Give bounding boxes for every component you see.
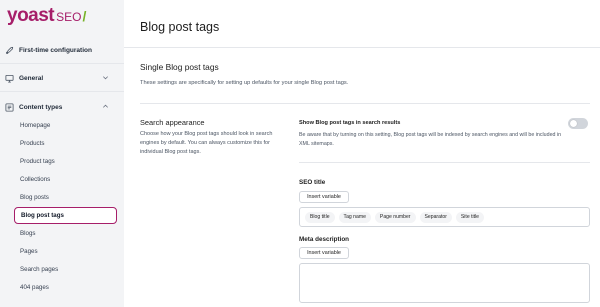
chevron-down-icon xyxy=(103,76,108,80)
sidebar-item-content-types[interactable]: Content types xyxy=(5,99,117,115)
desktop-icon xyxy=(5,74,14,83)
chevron-up-icon xyxy=(103,104,108,108)
section-description: These settings are specifically for sett… xyxy=(140,80,349,86)
sidebar-item-blogs[interactable]: Blogs xyxy=(14,226,117,241)
sidebar-item-first-time-configuration[interactable]: First-time configuration xyxy=(5,42,117,58)
search-appearance-description: Choose how your Blog post tags should lo… xyxy=(140,131,273,155)
sidebar-item-products[interactable]: Products xyxy=(14,136,117,151)
sidebar-item-search-pages[interactable]: Search pages xyxy=(14,262,117,277)
section-title: Single Blog post tags xyxy=(140,62,219,72)
logo-product: SEO xyxy=(56,10,82,24)
logo-brand: yoast xyxy=(7,5,55,26)
seo-title-insert-variable-button[interactable]: Insert variable xyxy=(299,191,349,203)
sidebar: yoast SEO / First-time configuration Gen… xyxy=(0,0,124,307)
variable-pill[interactable]: Tag name xyxy=(338,211,371,223)
variable-pill[interactable]: Separator xyxy=(419,211,452,223)
sidebar-item-general[interactable]: General xyxy=(5,70,117,86)
variable-pill[interactable]: Blog title xyxy=(305,211,335,223)
show-in-search-description: Be aware that by turning on this setting… xyxy=(299,132,562,147)
meta-description-label: Meta description xyxy=(299,236,350,243)
sidebar-item-404-pages[interactable]: 404 pages xyxy=(14,280,117,295)
sidebar-item-collections[interactable]: Collections xyxy=(14,172,117,187)
meta-description-insert-variable-button[interactable]: Insert variable xyxy=(299,247,349,259)
section-divider xyxy=(140,103,590,104)
sidebar-item-homepage[interactable]: Homepage xyxy=(14,118,117,133)
sidebar-item-label: First-time configuration xyxy=(19,46,92,54)
title-divider xyxy=(124,47,600,48)
show-in-search-toggle[interactable] xyxy=(568,118,588,129)
sidebar-item-product-tags[interactable]: Product tags xyxy=(14,154,117,169)
sidebar-divider xyxy=(0,91,124,92)
rocket-icon xyxy=(5,46,14,55)
main-panel: Blog post tags Single Blog post tags The… xyxy=(124,0,600,307)
sidebar-item-blog-post-tags[interactable]: Blog post tags xyxy=(14,207,117,224)
sidebar-divider xyxy=(0,63,124,64)
seo-title-label: SEO title xyxy=(299,179,326,186)
sidebar-item-blog-posts[interactable]: Blog posts xyxy=(14,190,117,205)
sidebar-item-label: General xyxy=(19,74,44,82)
content-types-icon xyxy=(5,102,14,112)
meta-description-input[interactable] xyxy=(299,263,590,303)
sidebar-item-pages[interactable]: Pages xyxy=(14,244,117,259)
sidebar-item-label: Content types xyxy=(19,103,63,111)
variable-pill[interactable]: Page number xyxy=(374,211,416,223)
logo-slash: / xyxy=(82,8,87,24)
show-in-search-label: Show Blog post tags in search results xyxy=(299,120,401,126)
yoast-logo[interactable]: yoast SEO / xyxy=(7,5,87,26)
toggle-knob xyxy=(570,120,577,127)
seo-title-input[interactable]: Blog title Tag name Page number Separato… xyxy=(299,207,590,227)
variable-pill[interactable]: Site title xyxy=(455,211,485,223)
option-divider xyxy=(299,162,590,163)
page-title: Blog post tags xyxy=(140,20,220,34)
search-appearance-title: Search appearance xyxy=(140,118,205,127)
